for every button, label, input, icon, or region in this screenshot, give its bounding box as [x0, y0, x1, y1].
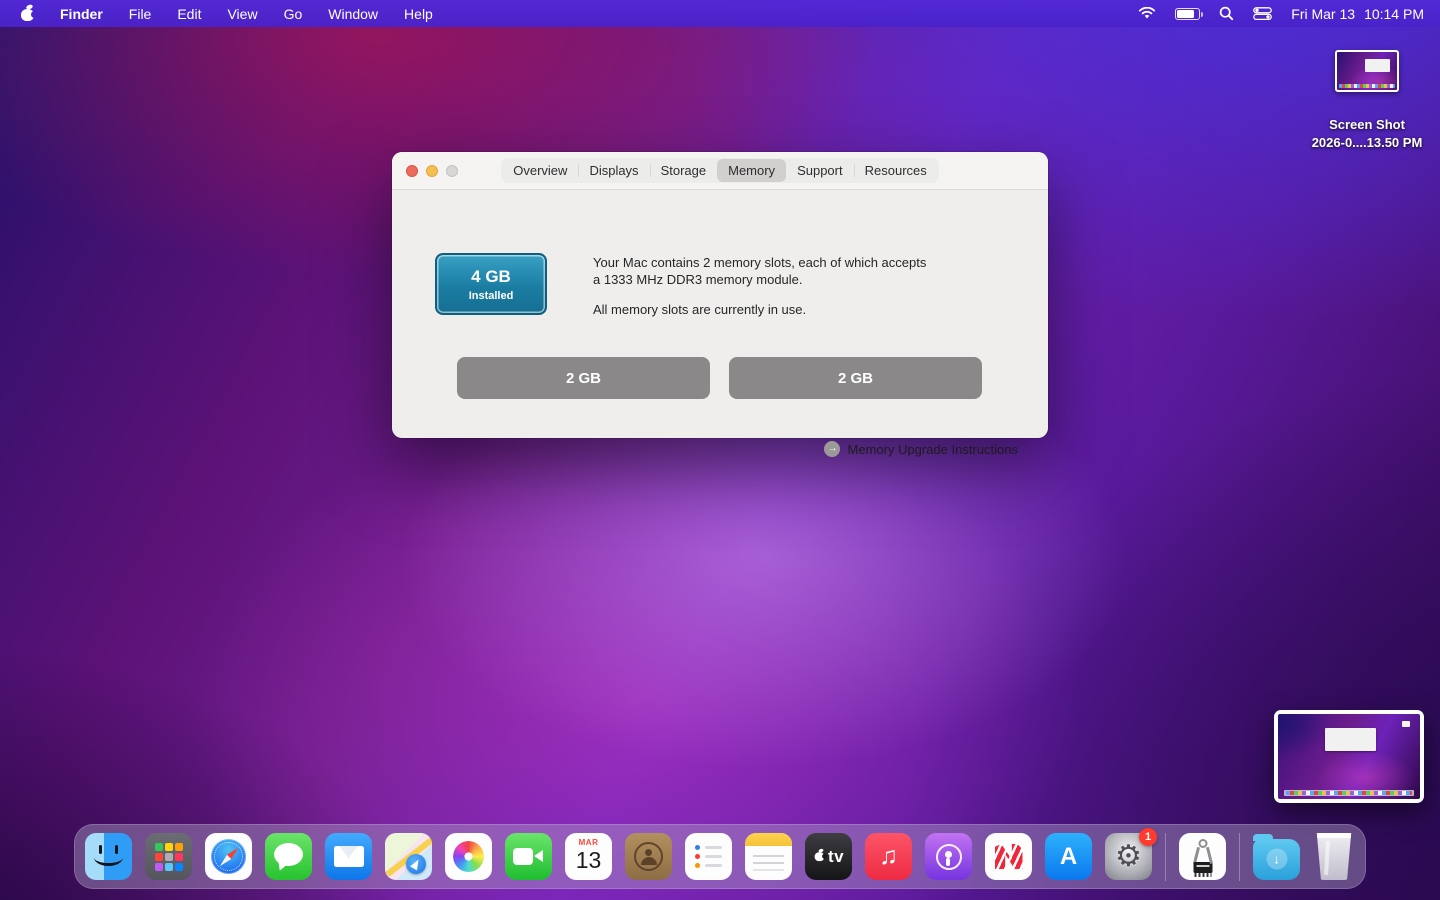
calendar-day: 13 — [576, 847, 602, 873]
preview-mini-dock — [1284, 790, 1415, 796]
dock-maps[interactable] — [385, 833, 432, 880]
music-note-icon: ♫ — [879, 844, 898, 869]
tab-storage[interactable]: Storage — [650, 159, 718, 182]
tv-label: tv — [828, 847, 844, 867]
tab-memory[interactable]: Memory — [717, 159, 786, 182]
dock-downloads-folder[interactable]: ↓ — [1253, 839, 1300, 880]
installed-memory-value: 4 GB — [471, 267, 511, 287]
menu-bar: Finder File Edit View Go Window Help Fri… — [0, 0, 1440, 27]
installed-memory-badge: 4 GB Installed — [435, 253, 547, 315]
tab-overview[interactable]: Overview — [502, 159, 578, 182]
dock-trash[interactable] — [1313, 833, 1355, 880]
dock-apple-tv[interactable]: tv — [805, 833, 852, 880]
screenshot-file-label: Screen Shot 2026-0....13.50 PM — [1300, 116, 1434, 152]
memory-upgrade-link[interactable]: → Memory Upgrade Instructions — [824, 441, 1018, 457]
preview-mini-desktop-icon — [1402, 721, 1410, 727]
download-arrow-icon: ↓ — [1266, 849, 1287, 870]
dock-music[interactable]: ♫ — [865, 833, 912, 880]
dock-launchpad[interactable] — [145, 833, 192, 880]
navigation-arrow-icon — [406, 854, 426, 874]
dock-safari[interactable] — [205, 833, 252, 880]
memory-slot-1: 2 GB — [457, 357, 710, 399]
notification-badge: 1 — [1139, 828, 1157, 846]
app-store-a-icon: A — [1060, 843, 1077, 871]
memory-description-block: Your Mac contains 2 memory slots, each o… — [593, 254, 931, 318]
tab-displays[interactable]: Displays — [578, 159, 649, 182]
calipers-icon — [1198, 839, 1207, 848]
memory-description: Your Mac contains 2 memory slots, each o… — [593, 254, 931, 288]
close-button[interactable] — [406, 165, 418, 177]
file-label-line1: Screen Shot — [1300, 116, 1434, 134]
dock-notes[interactable] — [745, 833, 792, 880]
mini-dock — [1339, 84, 1394, 88]
screenshot-preview-popup[interactable] — [1274, 710, 1424, 803]
dock-mail[interactable] — [325, 833, 372, 880]
menu-app-name[interactable]: Finder — [60, 6, 103, 22]
news-n-icon — [995, 844, 1023, 869]
menu-help[interactable]: Help — [404, 6, 433, 22]
mini-window — [1365, 59, 1390, 72]
apple-menu-icon[interactable] — [21, 6, 34, 21]
clock-date: Fri Mar 13 — [1291, 6, 1355, 22]
menu-file[interactable]: File — [129, 6, 152, 22]
menu-edit[interactable]: Edit — [177, 6, 201, 22]
preview-wallpaper — [1278, 714, 1420, 799]
screenshot-thumbnail — [1335, 50, 1399, 92]
memory-upgrade-link-label[interactable]: Memory Upgrade Instructions — [847, 442, 1018, 457]
gear-icon: ⚙ — [1115, 842, 1142, 872]
podcasts-antenna-icon — [936, 844, 962, 870]
dock-separator — [1239, 833, 1240, 881]
battery-icon[interactable] — [1175, 8, 1200, 20]
tab-bar: Overview Displays Storage Memory Support… — [501, 158, 939, 183]
minimize-button[interactable] — [426, 165, 438, 177]
installed-memory-label: Installed — [469, 290, 514, 302]
spotlight-search-icon[interactable] — [1219, 6, 1234, 21]
menu-bar-status: Fri Mar 13 10:14 PM — [1138, 6, 1440, 22]
dock-separator — [1165, 833, 1166, 881]
clock-time: 10:14 PM — [1364, 6, 1424, 22]
dock-finder[interactable] — [85, 833, 132, 880]
zoom-button[interactable] — [446, 165, 458, 177]
tab-support[interactable]: Support — [786, 159, 854, 182]
dock-system-preferences[interactable]: ⚙ 1 — [1105, 833, 1152, 880]
compass-needle-icon — [217, 845, 240, 868]
desktop: Finder File Edit View Go Window Help Fri… — [0, 0, 1440, 900]
memory-chip-icon — [1193, 862, 1212, 873]
preview-mini-window — [1325, 728, 1376, 750]
menu-go[interactable]: Go — [284, 6, 303, 22]
menu-view[interactable]: View — [227, 6, 257, 22]
dock: MAR 13 tv ♫ A ⚙ 1 — [74, 824, 1366, 889]
person-silhouette-icon — [639, 848, 659, 866]
memory-slots: 2 GB 2 GB — [457, 357, 982, 399]
dock-podcasts[interactable] — [925, 833, 972, 880]
desktop-screenshot-file[interactable]: Screen Shot 2026-0....13.50 PM — [1300, 50, 1434, 152]
envelope-icon — [334, 846, 364, 867]
file-label-line2: 2026-0....13.50 PM — [1300, 134, 1434, 152]
memory-slot-2: 2 GB — [729, 357, 982, 399]
dock-facetime[interactable] — [505, 833, 552, 880]
arrow-circle-icon[interactable]: → — [824, 441, 840, 457]
apple-logo-icon — [815, 850, 825, 861]
tab-resources[interactable]: Resources — [854, 159, 938, 182]
menu-bar-clock[interactable]: Fri Mar 13 10:14 PM — [1291, 6, 1424, 22]
dock-app-store[interactable]: A — [1045, 833, 1092, 880]
dock-messages[interactable] — [265, 833, 312, 880]
calendar-month: MAR — [565, 833, 612, 847]
memory-slots-note: All memory slots are currently in use. — [593, 301, 931, 318]
mini-wallpaper — [1337, 52, 1397, 90]
dock-reminders[interactable] — [685, 833, 732, 880]
window-titlebar[interactable]: Overview Displays Storage Memory Support… — [392, 152, 1048, 190]
wifi-icon[interactable] — [1138, 7, 1156, 20]
memory-tab-content: 4 GB Installed Your Mac contains 2 memor… — [392, 190, 1048, 437]
system-information-window: Overview Displays Storage Memory Support… — [392, 152, 1048, 438]
dock-news[interactable] — [985, 833, 1032, 880]
dock-photos[interactable] — [445, 833, 492, 880]
dock-contacts[interactable] — [625, 833, 672, 880]
control-center-icon[interactable] — [1253, 7, 1272, 20]
dock-system-information[interactable] — [1179, 833, 1226, 880]
traffic-lights — [406, 165, 458, 177]
menu-bar-left: Finder File Edit View Go Window Help — [0, 6, 433, 22]
menu-window[interactable]: Window — [328, 6, 378, 22]
dock-calendar[interactable]: MAR 13 — [565, 833, 612, 880]
